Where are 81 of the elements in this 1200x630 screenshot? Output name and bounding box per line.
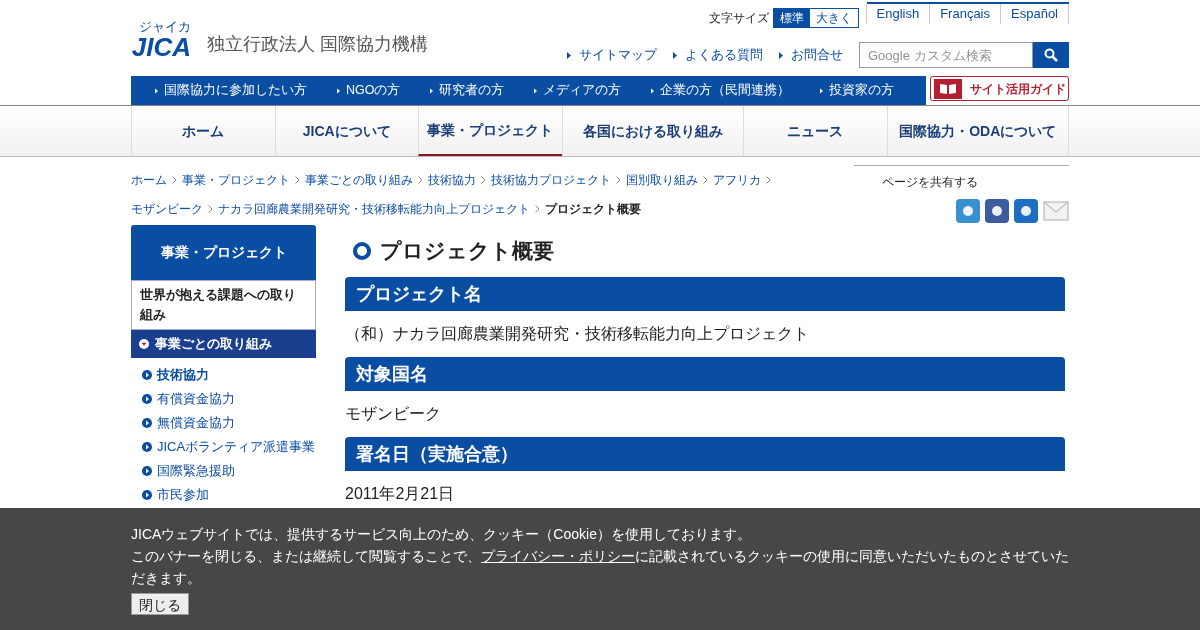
breadcrumb-link[interactable]: モザンビーク [131, 200, 203, 217]
logo-subtitle: ジャイカ [139, 20, 191, 34]
title-bullet-icon [352, 241, 372, 261]
audience-link[interactable]: 投資家の方 [816, 81, 895, 100]
chevron-icon [418, 175, 423, 184]
language-link[interactable]: English [865, 4, 931, 24]
header-link[interactable]: お問合せ [779, 45, 843, 65]
arrow-icon [673, 51, 677, 59]
breadcrumb-link[interactable]: ナカラ回廊農業開発研究・技術移転能力向上プロジェクト [218, 200, 530, 217]
chevron-icon [766, 175, 771, 184]
bullet-icon [142, 394, 152, 404]
nav-tab[interactable]: 事業・プロジェクト [418, 106, 562, 156]
audience-link[interactable]: 企業の方（民間連携） [647, 81, 791, 100]
share-label: ページを共有する [882, 175, 978, 189]
bullet-icon [142, 490, 152, 500]
breadcrumb-link[interactable]: 技術協力 [428, 171, 476, 188]
sidebar-title: 事業・プロジェクト [131, 225, 316, 280]
chevron-icon [703, 175, 708, 184]
search-field[interactable]: Google カスタム検索 [859, 42, 1033, 68]
site-guide-button[interactable]: サイト活用ガイド [930, 76, 1069, 101]
chevron-icon [208, 204, 213, 213]
breadcrumb-link[interactable]: 事業ごとの取り組み [305, 171, 413, 188]
sidebar-item[interactable]: 国際緊急援助 [142, 459, 316, 483]
section-text: （和）ナカラ回廊農業開発研究・技術移転能力向上プロジェクト [345, 324, 810, 344]
section-heading: プロジェクト名 [345, 277, 1065, 311]
sidebar-item[interactable]: 無償資金協力 [142, 411, 316, 435]
breadcrumb-link[interactable]: ホーム [131, 171, 167, 188]
chevron-icon [481, 175, 486, 184]
bullet-icon [142, 442, 152, 452]
sidebar-group[interactable]: 事業ごとの取り組み [131, 330, 316, 358]
arrow-icon [779, 51, 783, 59]
nav-tab[interactable]: ニュース [743, 106, 887, 156]
sidebar-group[interactable]: 世界が抱える課題への取り組み [131, 280, 316, 330]
breadcrumb-link[interactable]: 技術協力プロジェクト [491, 171, 611, 188]
breadcrumb-link[interactable]: 国別取り組み [626, 171, 698, 188]
audience-link[interactable]: 研究者の方 [426, 81, 505, 100]
chevron-icon [616, 175, 621, 184]
section-text: 2011年2月21日 [345, 484, 456, 504]
sidebar-item[interactable]: JICAボランティア派遣事業 [142, 435, 316, 459]
privacy-policy-link[interactable]: プライバシー・ポリシー [481, 548, 635, 564]
language-link[interactable]: Français [929, 4, 1001, 24]
font-size-option[interactable]: 標準 [773, 9, 810, 27]
share-icon[interactable] [985, 199, 1009, 223]
chevron-icon [172, 175, 177, 184]
nav-tab[interactable]: 国際協力・ODAについて [886, 106, 1069, 156]
logo[interactable]: JICA [131, 34, 191, 60]
header-link[interactable]: サイトマップ [567, 45, 657, 65]
cookie-text: JICAウェブサイトでは、提供するサービス向上のため、クッキー（Cookie）を使用しております。 このバナーを閉じる、または継続して閲覧することで、プライバシー・ポリシーに記載されているクッキーの使用に同意いただいたものとさせていただきます。 [131, 525, 1069, 588]
share-icon[interactable] [956, 199, 980, 223]
nav-tab[interactable]: 各国における取り組み [561, 106, 743, 156]
breadcrumb-link[interactable]: アフリカ [713, 171, 761, 188]
bullet-icon [139, 339, 149, 349]
audience-link[interactable]: NGOの方 [333, 81, 401, 100]
section-text: モザンビーク [345, 404, 442, 424]
section-heading: 署名日（実施合意） [345, 437, 1065, 471]
header-link[interactable]: よくある質問 [673, 45, 763, 65]
share-icon[interactable] [1014, 199, 1038, 223]
organization-name: 独立行政法人 国際協力機構 [207, 33, 428, 56]
nav-tab[interactable]: ホーム [131, 106, 275, 156]
audience-link[interactable]: メディアの方 [530, 81, 622, 100]
section-heading: 対象国名 [345, 357, 1065, 391]
chevron-icon [535, 204, 540, 213]
sidebar-item[interactable]: 技術協力 [142, 363, 316, 387]
bullet-icon [142, 370, 152, 380]
audience-link[interactable]: 国際協力に参加したい方 [151, 81, 307, 100]
book-icon [933, 78, 962, 99]
search-button[interactable] [1033, 42, 1069, 68]
sidebar-item[interactable]: 市民参加 [142, 483, 316, 507]
chevron-icon [295, 175, 300, 184]
breadcrumb-current: プロジェクト概要 [545, 200, 641, 217]
sidebar-item[interactable]: 有償資金協力 [142, 387, 316, 411]
page-title: プロジェクト概要 [380, 238, 554, 265]
bullet-icon [142, 418, 152, 428]
font-size-label: 文字サイズ [708, 10, 769, 27]
search-icon [1044, 48, 1058, 62]
breadcrumb-link[interactable]: 事業・プロジェクト [182, 171, 290, 188]
bullet-icon [142, 466, 152, 476]
arrow-icon [567, 51, 571, 59]
close-button[interactable]: 閉じる [131, 593, 189, 615]
nav-tab[interactable]: JICAについて [274, 106, 419, 156]
language-link[interactable]: Español [1000, 4, 1069, 24]
